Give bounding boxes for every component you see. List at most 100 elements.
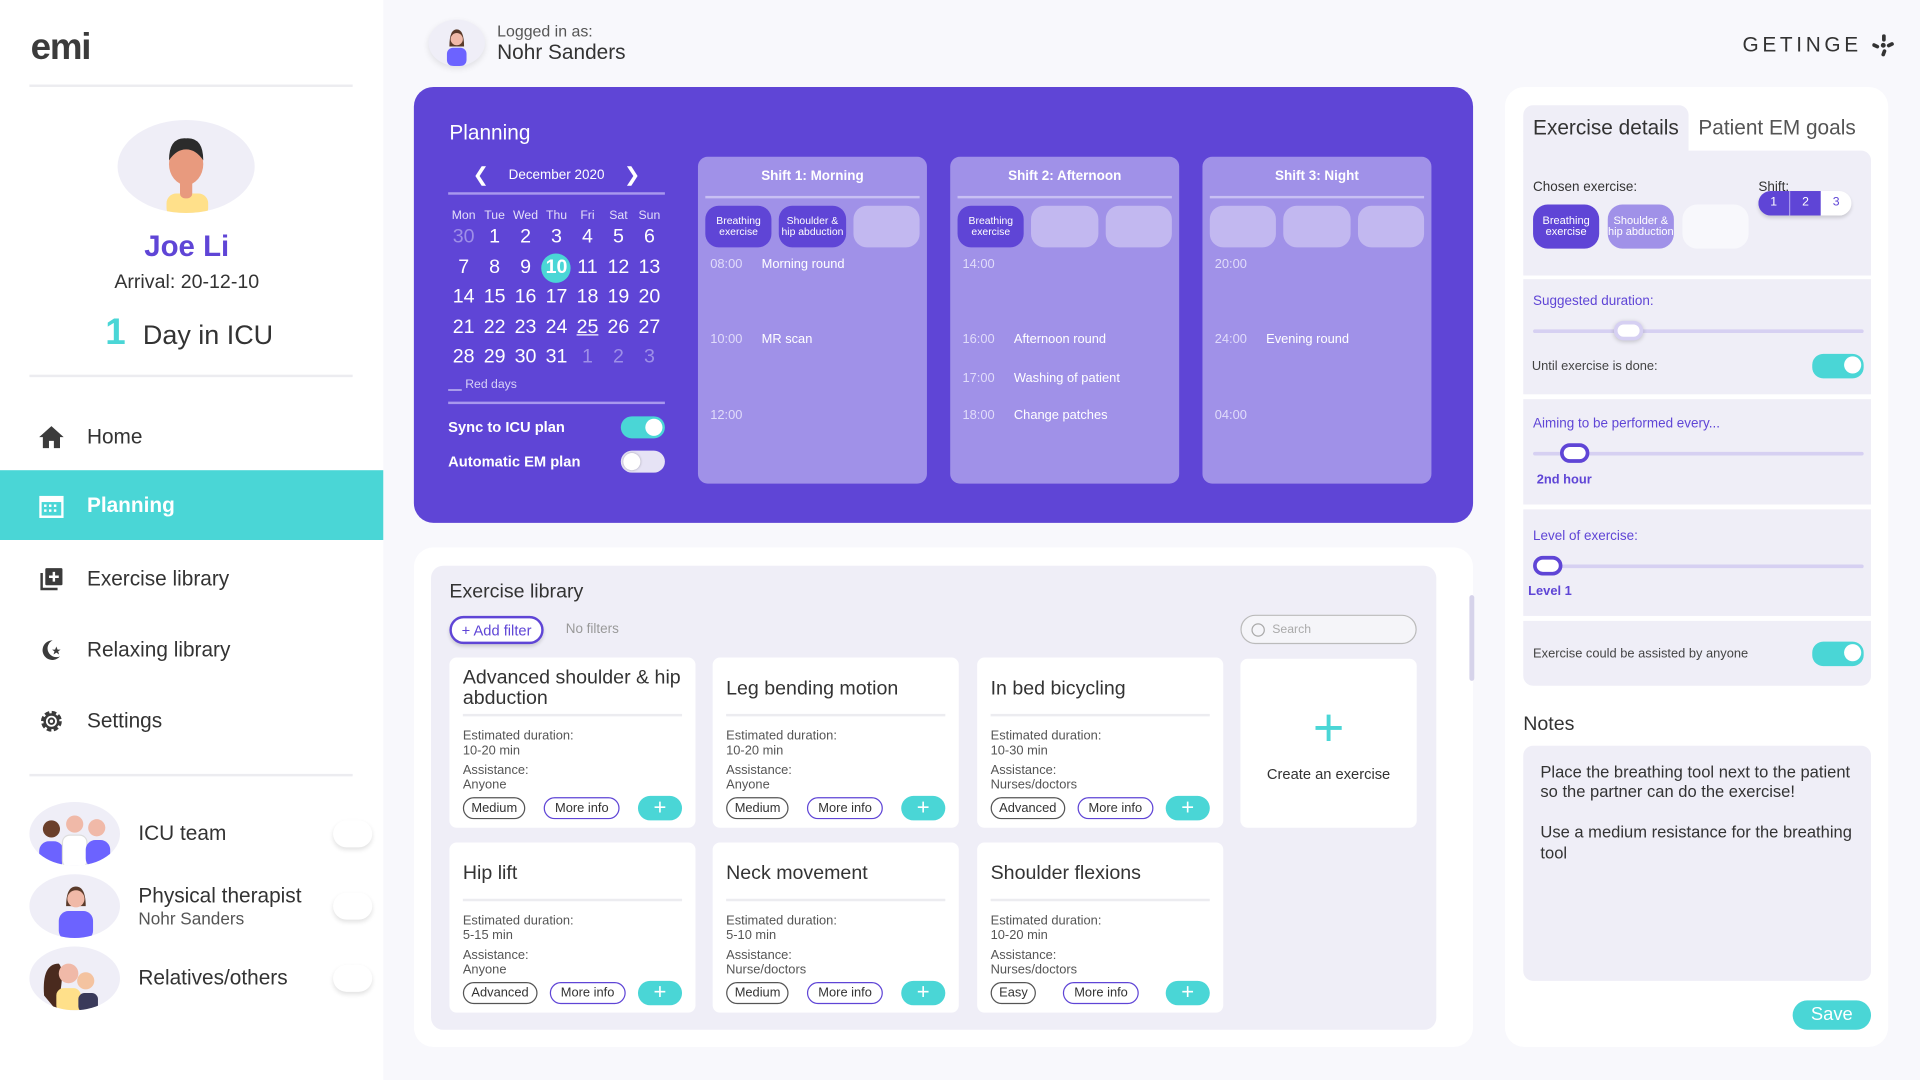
level-handle[interactable] (1533, 555, 1563, 576)
calendar-day[interactable]: 25 (572, 313, 603, 343)
more-info-button[interactable]: More info (807, 982, 883, 1005)
library-scrollbar[interactable] (1469, 595, 1475, 681)
empty-slot[interactable] (1209, 205, 1277, 248)
user-avatar[interactable] (428, 19, 485, 67)
exercise-card[interactable]: Shoulder flexions Estimated duration: 10-2… (977, 842, 1224, 1013)
notes-textarea[interactable]: Place the breathing tool next to the pat… (1523, 745, 1872, 981)
save-button[interactable]: Save (1792, 1000, 1872, 1030)
prev-month-button[interactable]: ❮ (473, 163, 489, 187)
more-info-button[interactable]: More info (1077, 797, 1154, 820)
exercise-card[interactable]: Leg bending motion Estimated duration: 10-… (712, 657, 959, 828)
level-slider[interactable] (1533, 564, 1864, 569)
team-icu[interactable]: ICU team (29, 801, 373, 867)
calendar-day[interactable]: 3 (634, 343, 665, 373)
team-relatives[interactable]: Relatives/others (29, 945, 373, 1011)
more-info-button[interactable]: More info (1063, 982, 1139, 1005)
calendar-day[interactable]: 29 (479, 343, 510, 373)
empty-slot[interactable] (1031, 205, 1098, 248)
calendar-day[interactable]: 21 (448, 313, 479, 343)
exercise-card[interactable]: Advanced shoulder & hip abduction Estimat… (449, 657, 696, 828)
nav-settings[interactable]: Settings (0, 686, 383, 756)
exercise-card[interactable]: Neck movement Estimated duration: 5-10 min… (712, 842, 959, 1013)
calendar-day[interactable]: 10 (541, 252, 572, 283)
scheduled-exercise[interactable]: Breathing exercise (705, 205, 772, 248)
add-filter-button[interactable]: + Add filter (449, 615, 544, 645)
more-info-button[interactable]: More info (549, 982, 626, 1005)
empty-slot[interactable] (853, 205, 920, 248)
chat-bubble-icon[interactable] (333, 964, 373, 992)
exercise-card[interactable]: In bed bicycling Estimated duration: 10-30… (977, 657, 1224, 828)
calendar-day[interactable]: 28 (448, 343, 479, 373)
nav-home[interactable]: Home (0, 402, 383, 472)
add-exercise-button[interactable]: + (901, 795, 946, 821)
calendar-day[interactable]: 18 (572, 283, 603, 313)
calendar-day[interactable]: 20 (634, 283, 665, 313)
calendar-day[interactable]: 24 (541, 313, 572, 343)
nav-relaxing-library[interactable]: Relaxing library (0, 615, 383, 685)
calendar-day[interactable]: 11 (572, 253, 603, 283)
add-exercise-button[interactable]: + (637, 980, 683, 1006)
shift-option[interactable]: 3 (1820, 191, 1852, 216)
add-exercise-button[interactable]: + (901, 980, 946, 1006)
search-input[interactable]: Search (1240, 614, 1417, 645)
chosen-exercise-chip[interactable]: Shoulder & hip abduction (1607, 204, 1674, 249)
calendar-day[interactable]: 12 (603, 253, 634, 283)
auto-em-toggle[interactable] (620, 450, 665, 473)
more-info-button[interactable]: More info (807, 797, 883, 820)
empty-slot[interactable] (1105, 205, 1172, 248)
add-exercise-button[interactable]: + (1165, 980, 1210, 1006)
calendar-day[interactable]: 19 (603, 283, 634, 313)
calendar-day[interactable]: 30 (448, 223, 479, 253)
calendar-day[interactable]: 13 (634, 253, 665, 283)
tab-exercise-details[interactable]: Exercise details (1523, 105, 1689, 152)
calendar-day[interactable]: 1 (479, 223, 510, 253)
calendar-day[interactable]: 9 (510, 253, 541, 283)
create-exercise-button[interactable]: + Create an exercise (1240, 658, 1417, 828)
calendar-day[interactable]: 3 (541, 223, 572, 253)
more-info-button[interactable]: More info (544, 797, 620, 820)
tab-patient-em-goals[interactable]: Patient EM goals (1689, 105, 1866, 152)
suggested-duration-handle[interactable] (1614, 320, 1644, 341)
chosen-exercise-chip[interactable]: Breathing exercise (1533, 204, 1600, 249)
exercise-card[interactable]: Hip lift Estimated duration: 5-15 min Assis… (449, 842, 696, 1013)
calendar-day[interactable]: 2 (603, 343, 634, 373)
suggested-duration-slider[interactable] (1533, 329, 1864, 334)
calendar-day[interactable]: 22 (479, 313, 510, 343)
calendar-day[interactable]: 15 (479, 283, 510, 313)
nav-exercise-library[interactable]: Exercise library (0, 544, 383, 614)
shift-option[interactable]: 1 (1758, 191, 1791, 216)
next-month-button[interactable]: ❯ (624, 163, 640, 187)
calendar-day[interactable]: 4 (572, 223, 603, 253)
sync-toggle[interactable] (620, 415, 665, 438)
calendar-day[interactable]: 5 (603, 223, 634, 253)
empty-slot[interactable] (1357, 205, 1425, 248)
empty-chip[interactable] (1682, 204, 1749, 249)
calendar-day[interactable]: 14 (448, 283, 479, 313)
calendar-day[interactable]: 31 (541, 343, 572, 373)
calendar-day[interactable]: 2 (510, 223, 541, 253)
shift-selector[interactable]: 123 (1758, 191, 1852, 216)
chat-bubble-icon[interactable] (333, 820, 373, 848)
calendar-day[interactable]: 17 (541, 283, 572, 313)
calendar-day[interactable]: 6 (634, 223, 665, 253)
calendar-day[interactable]: 7 (448, 253, 479, 283)
calendar-day[interactable]: 8 (479, 253, 510, 283)
calendar-day[interactable]: 23 (510, 313, 541, 343)
calendar-day[interactable]: 16 (510, 283, 541, 313)
team-physical-therapist[interactable]: Physical therapist Nohr Sanders (29, 873, 373, 939)
chat-bubble-icon[interactable] (333, 892, 373, 920)
frequency-handle[interactable] (1560, 443, 1590, 463)
assist-toggle[interactable] (1812, 641, 1864, 666)
scheduled-exercise[interactable]: Shoulder & hip abduction (779, 205, 846, 248)
calendar-day[interactable]: 30 (510, 343, 541, 373)
nav-planning[interactable]: Planning (0, 470, 384, 541)
add-exercise-button[interactable]: + (1165, 795, 1210, 821)
scheduled-exercise[interactable]: Breathing exercise (957, 205, 1025, 248)
empty-slot[interactable] (1283, 205, 1351, 248)
calendar-day[interactable]: 27 (634, 313, 665, 343)
calendar-day[interactable]: 1 (572, 343, 603, 373)
calendar-day[interactable]: 26 (603, 313, 634, 343)
until-done-toggle[interactable] (1812, 353, 1864, 379)
add-exercise-button[interactable]: + (637, 795, 683, 821)
shift-option[interactable]: 2 (1790, 191, 1821, 216)
